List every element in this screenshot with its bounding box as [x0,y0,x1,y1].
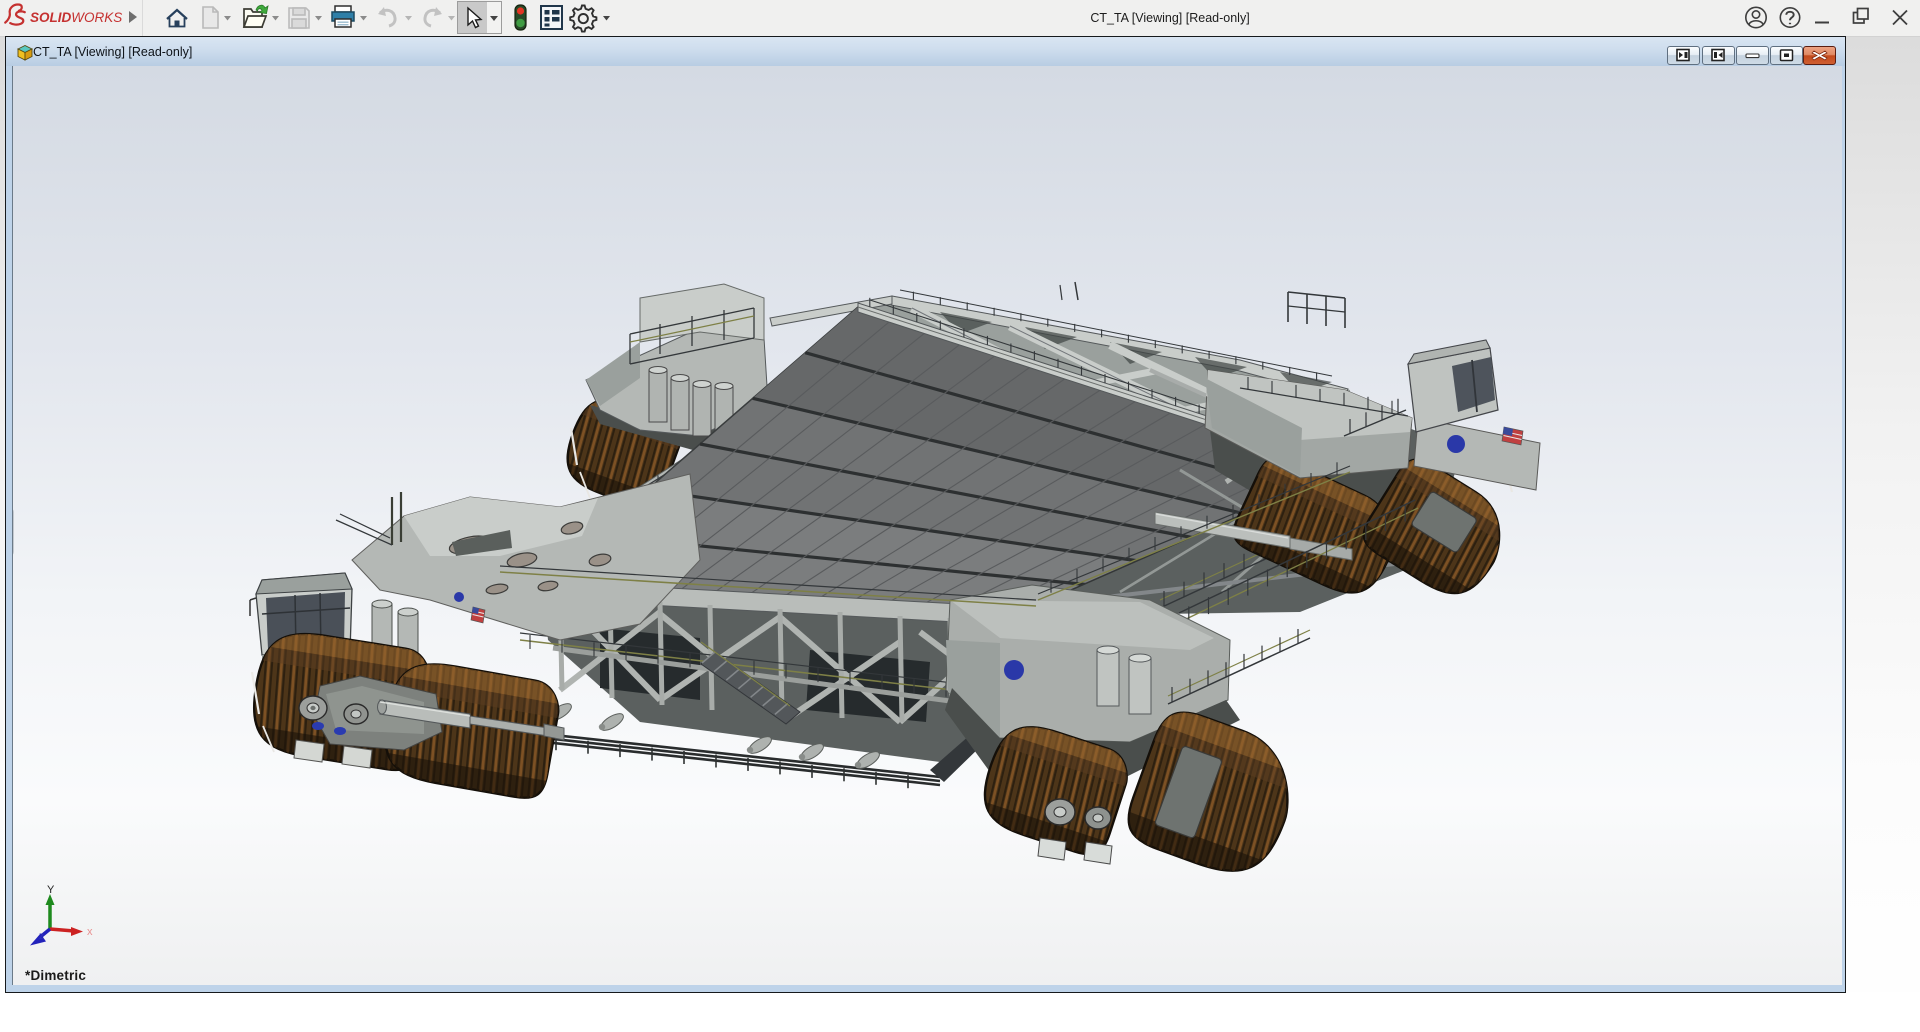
svg-text:z: z [39,931,44,942]
svg-text:x: x [87,926,93,938]
svg-text:Y: Y [47,884,55,896]
